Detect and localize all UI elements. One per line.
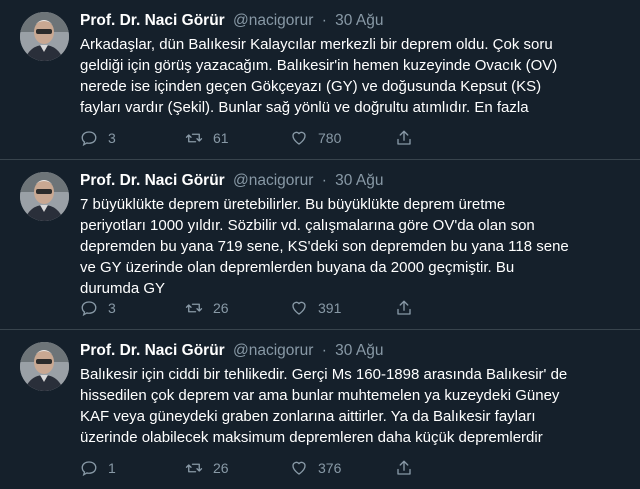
share-button[interactable]: [395, 299, 425, 317]
tweet-text-line: KAF veya güneydeki graben zonlarına aitt…: [80, 408, 536, 425]
like-button[interactable]: 391: [290, 299, 395, 317]
author-handle[interactable]: @nacigorur: [233, 172, 313, 189]
author-name[interactable]: Prof. Dr. Naci Görür: [80, 342, 225, 359]
tweet[interactable]: Prof. Dr. Naci Görür @nacigorur · 30 Ağu…: [0, 0, 640, 160]
tweet-date[interactable]: 30 Ağu: [335, 12, 383, 29]
tweet-header: Prof. Dr. Naci Görür @nacigorur · 30 Ağu: [80, 10, 628, 32]
like-button[interactable]: 780: [290, 129, 395, 147]
tweet-text-line: hissedilen çok deprem var ama bunlar muh…: [80, 387, 560, 404]
like-count: 376: [318, 460, 342, 476]
tweet-text-line: periyotları 1000 yıldır. Sözbilir vd. ça…: [80, 217, 535, 234]
author-name[interactable]: Prof. Dr. Naci Görür: [80, 12, 225, 29]
tweet-actions: 3 26 391: [80, 299, 500, 317]
tweet-date[interactable]: 30 Ağu: [335, 172, 383, 189]
like-count: 391: [318, 300, 342, 316]
like-count: 780: [318, 130, 342, 146]
reply-icon: [80, 129, 98, 147]
tweet-header: Prof. Dr. Naci Görür @nacigorur · 30 Ağu: [80, 170, 628, 192]
separator: ·: [321, 342, 327, 359]
author-handle[interactable]: @nacigorur: [233, 342, 313, 359]
reply-icon: [80, 459, 98, 477]
reply-count: 1: [108, 460, 116, 476]
reply-button[interactable]: 3: [80, 129, 185, 147]
retweet-icon: [185, 299, 203, 317]
avatar[interactable]: [20, 342, 69, 391]
tweet[interactable]: Prof. Dr. Naci Görür @nacigorur · 30 Ağu…: [0, 330, 640, 489]
separator: ·: [321, 12, 327, 29]
timeline: Prof. Dr. Naci Görür @nacigorur · 30 Ağu…: [0, 0, 640, 489]
share-button[interactable]: [395, 129, 425, 147]
tweet-text-line: Balıkesir için ciddi bir tehlikedir. Ger…: [80, 366, 568, 383]
like-button[interactable]: 376: [290, 459, 395, 477]
tweet-text-line: nerede ise içinden geçen Gökçeyazı (GY) …: [80, 78, 542, 95]
avatar[interactable]: [20, 172, 69, 221]
heart-icon: [290, 459, 308, 477]
share-icon: [395, 459, 413, 477]
tweet-text: 7 büyüklükte deprem üretebilirler. Bu bü…: [80, 194, 628, 299]
share-icon: [395, 299, 413, 317]
retweet-count: 26: [213, 460, 229, 476]
retweet-count: 61: [213, 130, 229, 146]
share-button[interactable]: [395, 459, 425, 477]
tweet-text-line: durumda GY: [80, 280, 166, 297]
reply-icon: [80, 299, 98, 317]
tweet[interactable]: Prof. Dr. Naci Görür @nacigorur · 30 Ağu…: [0, 160, 640, 330]
tweet-text-line: 7 büyüklükte deprem üretebilirler. Bu bü…: [80, 196, 506, 213]
reply-button[interactable]: 1: [80, 459, 185, 477]
reply-count: 3: [108, 300, 116, 316]
retweet-icon: [185, 459, 203, 477]
tweet-actions: 3 61 780: [80, 129, 500, 147]
heart-icon: [290, 299, 308, 317]
tweet-date[interactable]: 30 Ağu: [335, 342, 383, 359]
author-handle[interactable]: @nacigorur: [233, 12, 313, 29]
tweet-text-line: fayları vardır (Şekil). Bunlar sağ yönlü…: [80, 99, 529, 116]
separator: ·: [321, 172, 327, 189]
tweet-text-line: üzerinde olabilecek maksimum depremleren…: [80, 429, 543, 446]
retweet-button[interactable]: 26: [185, 459, 290, 477]
tweet-text-line: geldiği için görüş yazacağım. Balıkesir'…: [80, 57, 558, 74]
tweet-text-line: Arkadaşlar, dün Balıkesir Kalaycılar mer…: [80, 36, 553, 53]
tweet-text-line: ve GY üzerinde olan depremlerden buyana …: [80, 259, 515, 276]
reply-count: 3: [108, 130, 116, 146]
retweet-button[interactable]: 61: [185, 129, 290, 147]
retweet-icon: [185, 129, 203, 147]
reply-button[interactable]: 3: [80, 299, 185, 317]
share-icon: [395, 129, 413, 147]
tweet-actions: 1 26 376: [80, 459, 500, 477]
retweet-count: 26: [213, 300, 229, 316]
avatar[interactable]: [20, 12, 69, 61]
tweet-text-line: depremden bu yana 719 sene, KS'deki son …: [80, 238, 569, 255]
heart-icon: [290, 129, 308, 147]
tweet-text: Arkadaşlar, dün Balıkesir Kalaycılar mer…: [80, 34, 628, 118]
retweet-button[interactable]: 26: [185, 299, 290, 317]
author-name[interactable]: Prof. Dr. Naci Görür: [80, 172, 225, 189]
tweet-text: Balıkesir için ciddi bir tehlikedir. Ger…: [80, 364, 628, 448]
tweet-header: Prof. Dr. Naci Görür @nacigorur · 30 Ağu: [80, 340, 628, 362]
